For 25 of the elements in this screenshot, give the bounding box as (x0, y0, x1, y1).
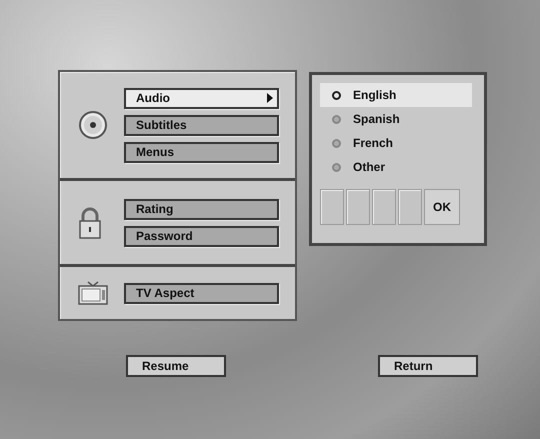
menu-button[interactable]: Audio (124, 88, 279, 108)
lock-icon (78, 206, 102, 238)
language-option[interactable]: English (320, 83, 472, 107)
menu-button[interactable]: Menus (124, 142, 279, 162)
menu-button[interactable]: Subtitles (124, 114, 279, 136)
code-field[interactable] (346, 189, 370, 225)
tv-icon (78, 281, 108, 305)
menu-button[interactable]: Password (124, 226, 279, 246)
nav-button[interactable]: Return (378, 355, 478, 377)
language-option[interactable]: Spanish (320, 107, 472, 131)
menu-button[interactable]: Rating (124, 198, 279, 220)
ok-button[interactable]: OK (424, 189, 460, 225)
code-field[interactable] (372, 189, 396, 225)
code-field[interactable] (320, 189, 344, 225)
language-option[interactable]: Other (320, 155, 472, 179)
radio-button[interactable] (332, 138, 341, 148)
code-field[interactable] (398, 189, 422, 225)
radio-button[interactable] (332, 90, 341, 100)
radio-button[interactable] (332, 162, 341, 172)
radio-button[interactable] (332, 114, 341, 124)
caret-icon (267, 93, 273, 103)
nav-button[interactable]: Resume (126, 355, 226, 377)
menu-button[interactable]: TV Aspect (124, 282, 279, 304)
disc-icon (78, 110, 108, 140)
language-option[interactable]: French (320, 131, 472, 155)
